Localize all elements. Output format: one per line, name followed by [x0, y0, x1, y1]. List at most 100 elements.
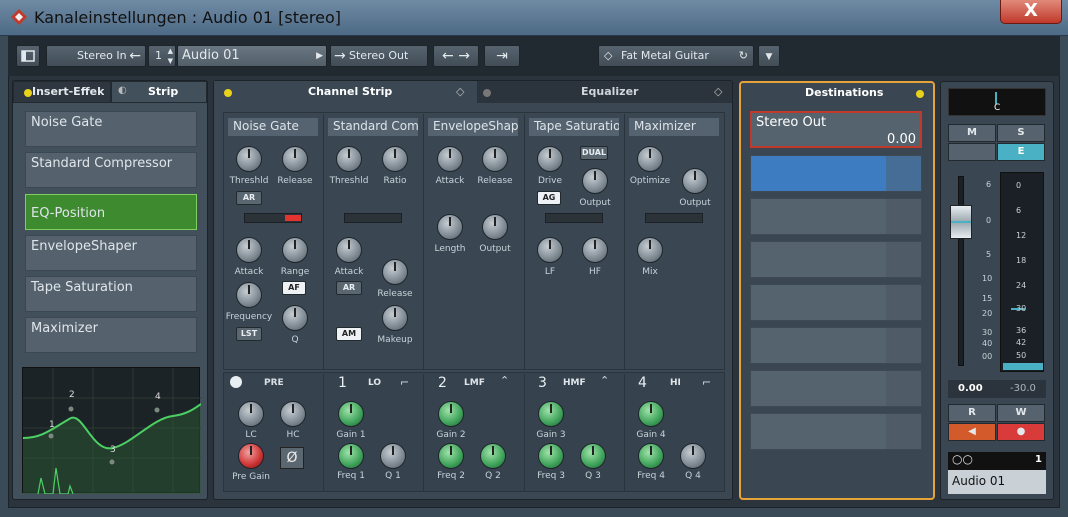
preset-selector[interactable]: ◇ Fat Metal Guitar ↻ [598, 45, 754, 67]
comp-ratio-knob[interactable] [382, 146, 408, 172]
record-enable-button[interactable]: ● [997, 423, 1045, 441]
tape-drive-knob[interactable] [537, 146, 563, 172]
insert-slot-eq-position[interactable]: EQ-Position [25, 194, 197, 230]
insert-slot-envelope-shaper[interactable]: EnvelopeShaper [25, 235, 197, 271]
gate-ar-button[interactable]: AR [236, 191, 262, 205]
peak-filter-icon[interactable]: ⌃ [600, 374, 609, 387]
band2-freq-knob[interactable] [438, 443, 464, 469]
pre-gain-knob[interactable] [238, 443, 264, 469]
fader-scale-tick: 20 [982, 309, 993, 318]
gate-q-knob[interactable] [282, 305, 308, 331]
gate-af-button[interactable]: AF [282, 281, 306, 295]
volume-readout[interactable]: 0.00 [958, 383, 983, 394]
insert-slot-tape-saturation[interactable]: Tape Saturation [25, 276, 197, 312]
phase-invert-icon[interactable]: Ø [280, 447, 304, 469]
eq-curve-display[interactable]: 1 2 3 4 [22, 367, 202, 495]
fader-scale-tick: 0 [986, 216, 992, 225]
comp-ar-button[interactable]: AR [336, 281, 362, 295]
destination-slot[interactable] [750, 327, 922, 364]
tape-output-knob[interactable] [582, 168, 608, 194]
gate-lst-button[interactable]: LST [236, 327, 262, 341]
gate-frequency-knob[interactable] [236, 282, 262, 308]
comp-makeup-knob[interactable] [382, 305, 408, 331]
tape-ag-button[interactable]: AG [537, 191, 561, 205]
close-button[interactable]: X [1000, 0, 1062, 24]
layout-toggle-button[interactable] [16, 45, 40, 67]
preset-menu-button[interactable]: ▼ [758, 45, 780, 67]
fader-scale-tick: 15 [982, 294, 993, 303]
insert-slot-standard-compressor[interactable]: Standard Compressor [25, 152, 197, 188]
env-length-knob[interactable] [437, 214, 463, 240]
channel-number-stepper[interactable]: 1 ▲ ▼ [148, 45, 176, 67]
destination-slot[interactable] [750, 284, 922, 321]
destination-stereo-out[interactable]: Stereo Out 0.00 [750, 111, 922, 148]
env-attack-knob[interactable] [437, 146, 463, 172]
gate-release-knob[interactable] [282, 146, 308, 172]
lowcut-knob[interactable] [238, 401, 264, 427]
channel-name-field[interactable]: Audio 01 ▶ [177, 45, 327, 67]
band2-q-knob[interactable] [480, 443, 506, 469]
edit-button[interactable]: E [997, 143, 1045, 161]
env-release-knob[interactable] [482, 146, 508, 172]
comp-release-knob[interactable] [382, 259, 408, 285]
channel-name-label[interactable]: Audio 01 [948, 470, 1046, 494]
tape-lf-knob[interactable] [537, 237, 563, 263]
max-output-knob[interactable] [682, 168, 708, 194]
comp-attack-knob[interactable] [336, 237, 362, 263]
band2-gain-knob[interactable] [438, 401, 464, 427]
band4-q-knob[interactable] [680, 443, 706, 469]
channel-blank-button[interactable] [948, 143, 996, 161]
comp-am-button[interactable]: AM [336, 327, 362, 341]
tab-channel-strip[interactable]: Channel Strip ◇ [214, 81, 476, 103]
destination-slot[interactable] [750, 241, 922, 278]
gate-threshold-knob[interactable] [236, 146, 262, 172]
band4-gain-knob[interactable] [638, 401, 664, 427]
band1-gain-knob[interactable] [338, 401, 364, 427]
preset-diamond-icon: ◇ [714, 85, 723, 98]
tab-strip[interactable]: ◐ Strip [112, 82, 206, 102]
solo-button[interactable]: S [997, 124, 1045, 142]
input-routing-button[interactable]: Stereo In ← [46, 45, 146, 67]
tab-equalizer[interactable]: Equalizer ◇ [477, 81, 732, 103]
band3-q-knob[interactable] [580, 443, 606, 469]
mute-button[interactable]: M [948, 124, 996, 142]
band1-freq-knob[interactable] [338, 443, 364, 469]
route-link-button[interactable]: ⇥ [484, 45, 520, 67]
insert-slot-maximizer[interactable]: Maximizer [25, 317, 197, 353]
comp-threshold-label: Threshld [329, 176, 369, 186]
output-routing-button[interactable]: → Stereo Out [330, 45, 428, 67]
tab-insert-effects[interactable]: Insert-Effekte [14, 82, 110, 102]
tab-insert-effects-label: Insert-Effekte [32, 85, 104, 98]
history-buttons[interactable]: ← → [433, 45, 479, 67]
tape-hf-knob[interactable] [582, 237, 608, 263]
env-output-knob[interactable] [482, 214, 508, 240]
comp-makeup-label: Makeup [377, 335, 413, 345]
pan-control[interactable]: C [948, 88, 1046, 116]
volume-fader-handle[interactable] [950, 205, 972, 239]
destination-slot[interactable] [750, 413, 922, 450]
destination-slot[interactable] [750, 198, 922, 235]
destination-slot[interactable] [750, 155, 922, 192]
monitor-button[interactable]: ◀ [948, 423, 996, 441]
band4-freq-knob[interactable] [638, 443, 664, 469]
peak-readout[interactable]: -30.0 [1010, 383, 1036, 394]
insert-slot-noise-gate[interactable]: Noise Gate [25, 111, 197, 147]
lowshelf-icon[interactable]: ⌐ [400, 376, 409, 389]
max-mix-knob[interactable] [637, 237, 663, 263]
pre-toggle[interactable] [230, 376, 242, 388]
highshelf-icon[interactable]: ⌐ [702, 376, 711, 389]
destination-slot[interactable] [750, 370, 922, 407]
tape-dual-button[interactable]: DUAL [580, 146, 608, 160]
max-optimize-knob[interactable] [637, 146, 663, 172]
write-automation-button[interactable]: W [997, 404, 1045, 422]
gate-range-knob[interactable] [282, 237, 308, 263]
read-automation-button[interactable]: R [948, 404, 996, 422]
comp-threshold-knob[interactable] [336, 146, 362, 172]
band3-freq-knob[interactable] [538, 443, 564, 469]
gate-attack-knob[interactable] [236, 237, 262, 263]
meter-scale-tick: 0 [1016, 181, 1022, 190]
highcut-knob[interactable] [280, 401, 306, 427]
peak-filter-icon[interactable]: ⌃ [500, 374, 509, 387]
band1-q-knob[interactable] [380, 443, 406, 469]
band3-gain-knob[interactable] [538, 401, 564, 427]
